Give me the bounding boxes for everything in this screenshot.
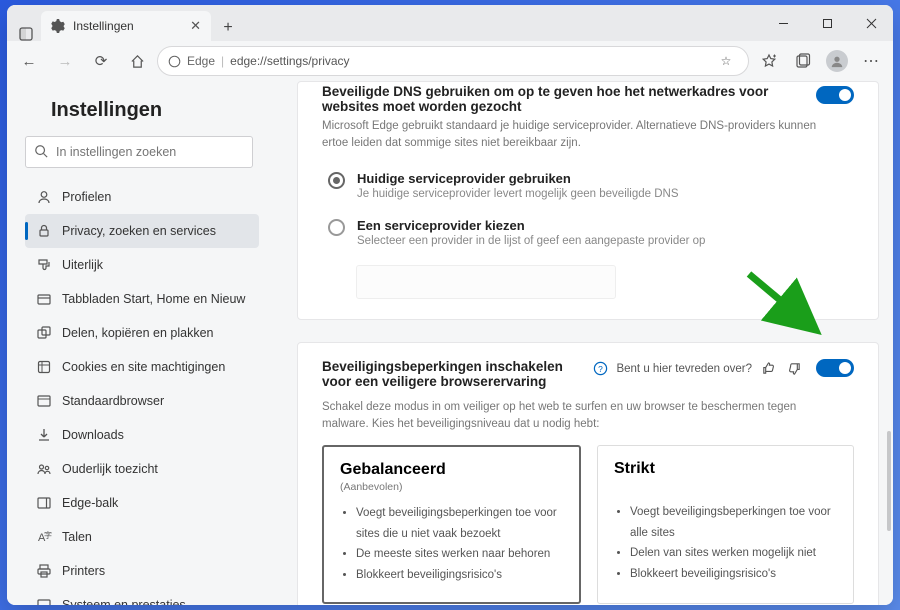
dns-opt2-title: Een serviceprovider kiezen <box>357 218 705 233</box>
reload-button[interactable]: ⟳ <box>85 45 117 77</box>
dns-sub: Microsoft Edge gebruikt standaard je hui… <box>322 118 842 153</box>
thumbs-up-icon[interactable] <box>758 359 778 379</box>
nav-icon: A字 <box>35 529 52 545</box>
maximize-button[interactable] <box>805 5 849 41</box>
nav-label: Uiterlijk <box>62 258 103 272</box>
dns-choose-radio[interactable] <box>328 219 345 236</box>
level-balanced[interactable]: Gebalanceerd (Aanbevolen) Voegt beveilig… <box>322 445 581 604</box>
sidebar-downloads[interactable]: Downloads <box>25 418 259 452</box>
sidebar-delen[interactable]: Delen, kopiëren en plakken <box>25 316 259 350</box>
nav-icon <box>35 393 52 409</box>
edge-icon <box>168 55 181 68</box>
dns-title: Beveiligde DNS gebruiken om op te geven … <box>322 84 804 114</box>
new-tab-button[interactable]: + <box>215 15 241 41</box>
sidebar-uiterlijk[interactable]: Uiterlijk <box>25 248 259 282</box>
nav-label: Profielen <box>62 190 111 204</box>
search-icon <box>34 144 48 163</box>
minimize-button[interactable] <box>761 5 805 41</box>
nav-icon <box>35 461 52 477</box>
tab-title: Instellingen <box>73 19 134 33</box>
nav-icon <box>35 257 52 273</box>
more-button[interactable]: ⋯ <box>855 45 887 77</box>
favorite-button[interactable]: ☆ <box>714 49 738 73</box>
nav-label: Systeem en prestaties <box>62 598 186 605</box>
nav-icon <box>35 359 52 375</box>
back-button[interactable]: ← <box>13 45 45 77</box>
profile-button[interactable] <box>821 45 853 77</box>
browser-tab[interactable]: Instellingen ✕ <box>41 11 211 41</box>
thumbs-down-icon[interactable] <box>784 359 804 379</box>
dns-toggle[interactable] <box>816 86 854 104</box>
dns-opt1-title: Huidige serviceprovider gebruiken <box>357 171 679 186</box>
home-button[interactable] <box>121 45 153 77</box>
sidebar-profielen[interactable]: Profielen <box>25 180 259 214</box>
dns-provider-input <box>356 265 616 299</box>
brand-label: Edge <box>187 54 215 68</box>
favorites-bar-button[interactable] <box>753 45 785 77</box>
security-card: Beveiligingsbeperkingen inschakelen voor… <box>297 342 879 606</box>
dns-card: Beveiligde DNS gebruiken om op te geven … <box>297 81 879 320</box>
tab-manager-icon[interactable] <box>15 27 37 41</box>
feedback-q: Bent u hier tevreden over? <box>616 363 752 375</box>
scrollbar-thumb[interactable] <box>887 431 891 531</box>
gear-icon <box>51 19 65 33</box>
nav-label: Standaardbrowser <box>62 394 164 408</box>
nav-icon <box>35 291 52 307</box>
page-title: Instellingen <box>25 99 259 122</box>
nav-icon <box>35 427 52 443</box>
sidebar-cookies[interactable]: Cookies en site machtigingen <box>25 350 259 384</box>
svg-text:?: ? <box>598 364 603 374</box>
collections-button[interactable] <box>787 45 819 77</box>
security-title: Beveiligingsbeperkingen inschakelen voor… <box>322 359 578 389</box>
dns-current-radio[interactable] <box>328 172 345 189</box>
nav-label: Privacy, zoeken en services <box>62 224 216 238</box>
window-close-button[interactable] <box>849 5 893 41</box>
nav-label: Edge-balk <box>62 496 118 510</box>
sidebar-tabbladen[interactable]: Tabbladen Start, Home en Nieuw <box>25 282 259 316</box>
nav-icon <box>35 495 52 511</box>
security-toggle[interactable] <box>816 359 854 377</box>
svg-text:字: 字 <box>44 530 52 540</box>
address-bar[interactable]: Edge | edge://settings/privacy ☆ <box>157 46 749 76</box>
dns-opt1-sub: Je huidige serviceprovider levert mogeli… <box>357 188 679 200</box>
nav-label: Tabbladen Start, Home en Nieuw <box>62 292 245 306</box>
nav-label: Downloads <box>62 428 124 442</box>
url-text: edge://settings/privacy <box>230 54 349 68</box>
nav-icon <box>35 597 52 605</box>
nav-label: Delen, kopiëren en plakken <box>62 326 214 340</box>
search-input[interactable] <box>25 136 253 168</box>
sidebar-standaard[interactable]: Standaardbrowser <box>25 384 259 418</box>
nav-label: Cookies en site machtigingen <box>62 360 225 374</box>
close-tab-button[interactable]: ✕ <box>190 18 201 34</box>
dns-opt2-sub: Selecteer een provider in de lijst of ge… <box>357 235 705 247</box>
nav-label: Ouderlijk toezicht <box>62 462 158 476</box>
forward-button: → <box>49 45 81 77</box>
nav-icon <box>35 325 52 341</box>
security-sub: Schakel deze modus in om veiliger op het… <box>322 399 842 434</box>
sidebar-ouderlijk[interactable]: Ouderlijk toezicht <box>25 452 259 486</box>
nav-icon <box>35 563 52 579</box>
nav-icon <box>35 189 52 205</box>
nav-label: Printers <box>62 564 105 578</box>
sidebar-privacy[interactable]: Privacy, zoeken en services <box>25 214 259 248</box>
sidebar-systeem[interactable]: Systeem en prestaties <box>25 588 259 605</box>
nav-label: Talen <box>62 530 92 544</box>
sidebar-edgebalk[interactable]: Edge-balk <box>25 486 259 520</box>
sidebar-printers[interactable]: Printers <box>25 554 259 588</box>
level-strict[interactable]: Strikt Voegt beveiligingsbeperkingen toe… <box>597 445 854 604</box>
help-icon[interactable]: ? <box>590 359 610 379</box>
sidebar-talen[interactable]: A字 Talen <box>25 520 259 554</box>
nav-icon <box>35 223 52 239</box>
